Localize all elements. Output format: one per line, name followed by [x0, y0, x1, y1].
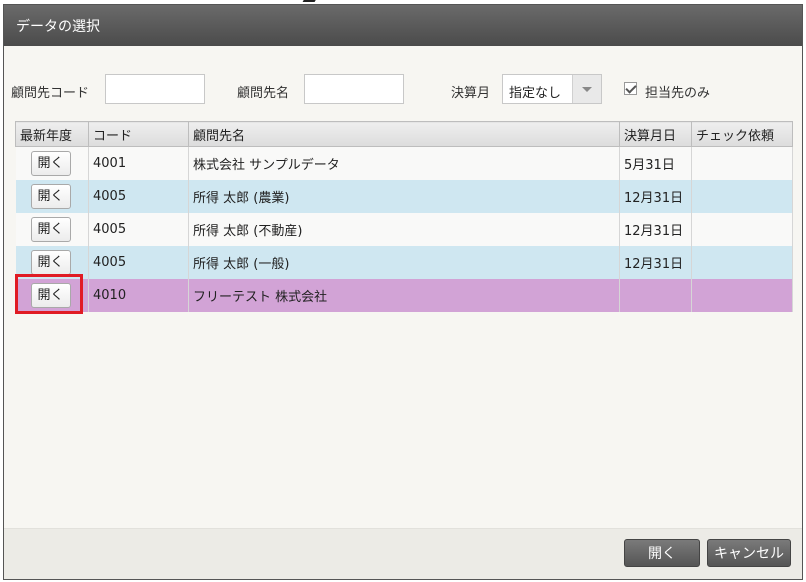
row-check-request	[691, 179, 793, 213]
open-row-button[interactable]: 開く	[30, 216, 71, 242]
open-button[interactable]: 開く	[624, 539, 700, 567]
data-selection-dialog: データの選択 顧問先コード 顧問先名 決算月 指定なし 担当先のみ 最新年度 コ…	[3, 4, 803, 580]
client-code-label: 顧問先コード	[11, 86, 90, 101]
row-client-name: 株式会社 サンプルデータ	[188, 146, 620, 180]
row-client-name: 所得 太郎 (不動産)	[188, 212, 620, 246]
client-name-label: 顧問先名	[237, 86, 290, 101]
row-code: 4005	[88, 212, 189, 246]
row-client-name: 所得 太郎 (農業)	[188, 179, 620, 213]
table-row[interactable]: 開く 4001 株式会社 サンプルデータ 5月31日	[15, 146, 793, 180]
row-code: 4001	[88, 146, 189, 180]
row-check-request	[691, 146, 793, 180]
table-row[interactable]: 開く 4005 所得 太郎 (一般) 12月31日	[15, 245, 793, 279]
dialog-title: データの選択	[16, 18, 100, 35]
row-client-name: フリーテスト 株式会社	[188, 278, 620, 312]
assigned-only-checkbox[interactable]	[624, 82, 637, 95]
header-check-request[interactable]: チェック依頼	[691, 121, 793, 147]
client-code-input[interactable]	[105, 74, 205, 104]
header-client-name[interactable]: 顧問先名	[188, 121, 620, 147]
header-settlement-date[interactable]: 決算月日	[619, 121, 692, 147]
open-row-button[interactable]: 開く	[30, 249, 71, 275]
dialog-titlebar: データの選択	[4, 5, 802, 46]
row-check-request	[691, 212, 793, 246]
table-row-selected[interactable]: 開く 4010 フリーテスト 株式会社	[15, 278, 793, 312]
row-settlement-date: 12月31日	[619, 245, 692, 279]
settlement-month-label: 決算月	[451, 86, 491, 101]
row-code: 4005	[88, 245, 189, 279]
chevron-down-icon[interactable]	[572, 75, 601, 103]
header-latest-year[interactable]: 最新年度	[15, 121, 89, 147]
row-check-request	[691, 245, 793, 279]
settlement-month-value: 指定なし	[509, 86, 562, 101]
table-row[interactable]: 開く 4005 所得 太郎 (不動産) 12月31日	[15, 212, 793, 246]
table-row[interactable]: 開く 4005 所得 太郎 (農業) 12月31日	[15, 179, 793, 213]
row-code: 4005	[88, 179, 189, 213]
row-settlement-date: 12月31日	[619, 179, 692, 213]
header-code[interactable]: コード	[88, 121, 189, 147]
client-name-input[interactable]	[304, 74, 404, 104]
open-row-button[interactable]: 開く	[30, 282, 71, 308]
row-settlement-date: 12月31日	[619, 212, 692, 246]
open-row-button[interactable]: 開く	[30, 150, 71, 176]
table-header-row: 最新年度 コード 顧問先名 決算月日 チェック依頼	[15, 121, 793, 147]
open-row-button[interactable]: 開く	[30, 183, 71, 209]
row-settlement-date: 5月31日	[619, 146, 692, 180]
filter-bar: 顧問先コード 顧問先名 決算月 指定なし 担当先のみ	[4, 73, 802, 107]
row-client-name: 所得 太郎 (一般)	[188, 245, 620, 279]
client-table: 最新年度 コード 顧問先名 決算月日 チェック依頼 開く 4001 株式会社 サ…	[15, 121, 793, 312]
settlement-month-select[interactable]: 指定なし	[502, 74, 602, 104]
cancel-button[interactable]: キャンセル	[707, 539, 791, 567]
assigned-only-label: 担当先のみ	[645, 86, 711, 101]
dialog-footer: 開く キャンセル	[4, 528, 802, 579]
row-check-request	[691, 278, 793, 312]
row-settlement-date	[619, 278, 692, 312]
row-code: 4010	[88, 278, 189, 312]
